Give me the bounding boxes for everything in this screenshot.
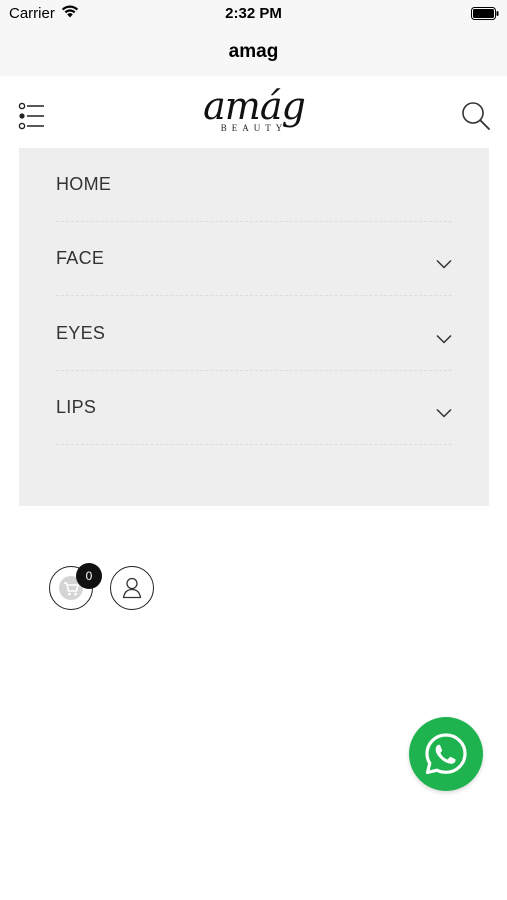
account-button[interactable] (110, 566, 154, 610)
menu-item-face[interactable]: FACE (56, 222, 452, 296)
status-time: 2:32 PM (225, 5, 282, 22)
chevron-down-icon[interactable] (436, 331, 452, 344)
cart-button[interactable]: 0 (49, 563, 102, 610)
status-bar: Carrier 2:32 PM (0, 0, 507, 28)
nav-bar: amag (0, 28, 507, 76)
search-icon[interactable] (461, 101, 491, 131)
logo-script: amág (203, 84, 306, 128)
menu-item-label: FACE (56, 248, 105, 268)
user-icon (122, 576, 142, 605)
menu-item-label: LIPS (56, 397, 97, 417)
nav-title: amag (228, 41, 279, 62)
menu-list-icon[interactable] (18, 102, 46, 130)
menu-item-label: HOME (56, 174, 112, 194)
menu-item-lips[interactable]: LIPS (56, 371, 452, 445)
menu-item-eyes[interactable]: EYES (56, 297, 452, 371)
chevron-down-icon[interactable] (436, 256, 452, 269)
menu-item-home[interactable]: HOME (56, 148, 452, 222)
app-header: amág BEAUTY (0, 76, 507, 148)
nav-menu-panel: HOME FACE EYES LIPS (19, 148, 489, 506)
chevron-down-icon[interactable] (436, 405, 452, 418)
whatsapp-chat-button[interactable] (409, 717, 483, 791)
brand-logo[interactable]: amág BEAUTY (185, 84, 323, 138)
menu-item-label: EYES (56, 323, 106, 343)
logo-subtitle: BEAUTY (220, 123, 288, 133)
battery-icon (471, 7, 499, 25)
cart-count-badge: 0 (76, 563, 102, 589)
